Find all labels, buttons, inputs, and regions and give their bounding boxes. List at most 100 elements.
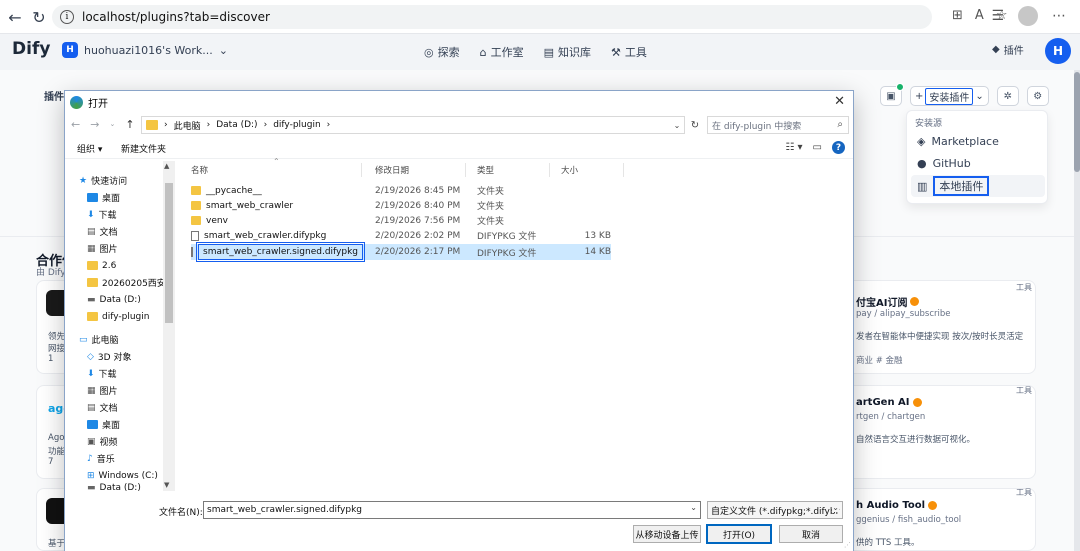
- cancel-button[interactable]: 取消: [779, 525, 843, 543]
- nav-tools[interactable]: ⚒ 工具: [611, 44, 647, 60]
- column-date[interactable]: 修改日期: [375, 161, 409, 179]
- view-options-icon[interactable]: ☷ ▾: [785, 142, 802, 153]
- new-folder-button[interactable]: 新建文件夹: [121, 142, 166, 155]
- file-row[interactable]: smart_web_crawler.difypkg 2/20/2026 2:02…: [191, 228, 611, 243]
- filename-input[interactable]: smart_web_crawler.signed.difypkg ⌄: [203, 501, 701, 519]
- menu-item-local-plugin[interactable]: ▥ 本地插件: [911, 175, 1045, 197]
- folder-icon: [87, 312, 98, 321]
- file-row[interactable]: smart_web_crawler 2/19/2026 8:40 PM 文件夹: [191, 198, 611, 213]
- column-name[interactable]: 名称: [191, 161, 208, 179]
- forward-arrow-icon[interactable]: →: [90, 118, 99, 131]
- address-bar[interactable]: i localhost/plugins?tab=discover: [52, 5, 932, 29]
- file-row[interactable]: __pycache__ 2/19/2026 8:45 PM 文件夹: [191, 183, 611, 198]
- card-title-text: h Audio Tool: [856, 500, 926, 511]
- dify-logo[interactable]: Dify: [12, 39, 50, 59]
- path-breadcrumb[interactable]: › 此电脑 › Data (D:) › dify-plugin ›: [141, 116, 685, 134]
- card-subtitle: pay / alipay_subscribe: [856, 309, 951, 319]
- breadcrumb-item[interactable]: dify-plugin: [273, 120, 320, 130]
- search-icon: ⌕: [837, 119, 843, 130]
- file-type: DIFYPKG 文件: [477, 232, 537, 242]
- up-arrow-icon[interactable]: ↑: [125, 118, 134, 131]
- recent-dropdown-icon[interactable]: ⌄: [109, 120, 115, 131]
- organize-button[interactable]: 组织 ▾: [77, 142, 102, 155]
- nav-studio[interactable]: ⌂ 工作室: [480, 44, 524, 60]
- desktop-icon: [87, 193, 98, 202]
- breadcrumb-item[interactable]: Data (D:): [216, 120, 257, 130]
- nav-label: 快速访问: [91, 177, 128, 187]
- nav-label: 20260205西安§: [102, 279, 164, 289]
- resize-grip-icon[interactable]: ⋰: [844, 541, 851, 549]
- task-icon[interactable]: ▣: [880, 83, 904, 106]
- book-icon: ▤: [543, 45, 554, 59]
- favorites-icon[interactable]: ☰: [991, 8, 1004, 24]
- menu-item-github[interactable]: ● GitHub: [911, 152, 1045, 174]
- help-icon[interactable]: ?: [832, 141, 845, 154]
- open-button[interactable]: 打开(O): [706, 524, 772, 544]
- install-source-menu: 安装源 ◈ Marketplace ● GitHub ▥ 本地插件: [906, 110, 1048, 204]
- chevron-right-icon: ›: [326, 120, 331, 130]
- column-divider[interactable]: [623, 163, 624, 177]
- refresh-icon[interactable]: ↻: [687, 116, 703, 134]
- windows-drive-icon: ⊞: [87, 470, 95, 481]
- page-scrollbar-thumb[interactable]: [1074, 72, 1080, 172]
- column-type[interactable]: 类型: [477, 161, 494, 179]
- search-placeholder: 在 dify-plugin 中搜索: [712, 121, 802, 132]
- nav-knowledge[interactable]: ▤ 知识库: [544, 44, 591, 60]
- column-divider[interactable]: [361, 163, 362, 177]
- browser-profile-avatar[interactable]: [1018, 6, 1038, 26]
- close-icon[interactable]: ✕: [834, 94, 845, 109]
- folder-search-input[interactable]: 在 dify-plugin 中搜索 ⌕: [707, 116, 849, 134]
- file-name: venv: [206, 215, 228, 226]
- read-aloud-icon[interactable]: A: [975, 8, 984, 23]
- dialog-title: 打开: [88, 98, 108, 110]
- back-icon[interactable]: ←: [2, 4, 28, 30]
- debug-icon[interactable]: ✲: [996, 86, 1019, 106]
- back-arrow-icon[interactable]: ←: [71, 118, 80, 131]
- breadcrumb-item[interactable]: 此电脑: [174, 119, 201, 132]
- chevron-down-icon[interactable]: ⌄: [669, 116, 685, 134]
- file-icon: [191, 230, 199, 241]
- more-menu-icon[interactable]: ⋯: [1052, 8, 1066, 24]
- site-info-icon[interactable]: i: [60, 10, 74, 24]
- file-row-selected[interactable]: smart_web_crawler.signed.difypkg 2/20/20…: [191, 242, 611, 262]
- preview-pane-icon[interactable]: ▭: [813, 142, 822, 153]
- drive-icon: ▬: [87, 483, 96, 493]
- chevron-down-icon[interactable]: ⌄: [690, 503, 697, 512]
- file-name: smart_web_crawler.difypkg: [204, 230, 327, 241]
- menu-item-marketplace[interactable]: ◈ Marketplace: [911, 130, 1045, 152]
- file-list: ⌃ 名称 修改日期 类型 大小 __pycache__ 2/19/2026 8:…: [179, 157, 851, 491]
- sort-indicator-icon: ⌃: [273, 157, 280, 166]
- workspace-switcher[interactable]: H huohuazi1016's Work... ⌄: [62, 42, 228, 58]
- column-size[interactable]: 大小: [561, 161, 578, 179]
- upload-from-mobile-button[interactable]: 从移动设备上传: [633, 525, 701, 543]
- column-divider[interactable]: [465, 163, 466, 177]
- document-icon: ▤: [87, 402, 96, 413]
- nav-label: 音乐: [96, 455, 115, 465]
- plugins-button[interactable]: ◆ 插件: [992, 42, 1024, 57]
- scroll-down-icon[interactable]: ▼: [164, 481, 169, 489]
- reload-icon[interactable]: ↻: [26, 4, 52, 30]
- app-header: Dify H huohuazi1016's Work... ⌄ ◎ 探索 ⌂ 工作室…: [0, 34, 1080, 70]
- scroll-up-icon[interactable]: ▲: [164, 162, 169, 170]
- column-divider[interactable]: [549, 163, 550, 177]
- verified-icon: [928, 501, 938, 510]
- settings-icon[interactable]: ⚙: [1026, 86, 1049, 106]
- picture-icon: ▦: [87, 243, 96, 254]
- tab-plugins[interactable]: 插件: [44, 88, 64, 103]
- browser-toolbar: ← ↻ i localhost/plugins?tab=discover ⊞ A…: [0, 0, 1080, 34]
- chevron-down-icon: ⌄: [975, 90, 984, 102]
- install-plugin-button[interactable]: + 安装插件 ⌄: [910, 86, 989, 106]
- filetype-select[interactable]: 自定义文件 (*.difypkg;*.difybr ⌄: [707, 501, 843, 519]
- nav-scrollbar-thumb[interactable]: [165, 183, 173, 323]
- card-meta: 1: [48, 354, 54, 364]
- nav-explore[interactable]: ◎ 探索: [424, 44, 460, 60]
- file-row[interactable]: venv 2/19/2026 7:56 PM 文件夹: [191, 213, 611, 228]
- nav-label: Data (D:): [99, 294, 141, 305]
- dialog-titlebar[interactable]: 打开 ✕: [65, 91, 853, 113]
- url-text: localhost/plugins?tab=discover: [82, 10, 270, 24]
- user-avatar[interactable]: H: [1045, 38, 1071, 64]
- card-title: 付宝AI订阅: [856, 294, 920, 309]
- chevron-down-icon: ⌄: [218, 43, 228, 57]
- reader-mode-icon[interactable]: ⊞: [952, 8, 963, 23]
- pc-icon: ▭: [79, 334, 88, 345]
